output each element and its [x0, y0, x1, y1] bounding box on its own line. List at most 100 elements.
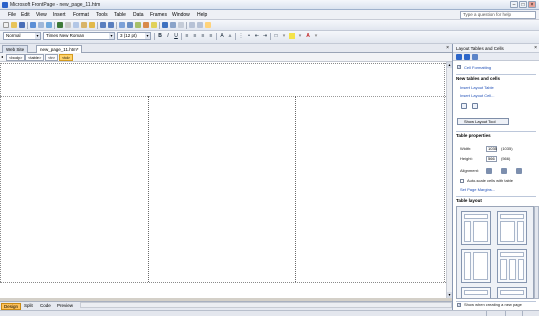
font-color-dropdown-icon[interactable]: ▾	[313, 33, 319, 39]
autoscale-checkbox[interactable]	[460, 179, 464, 183]
maximize-icon[interactable]: □	[519, 1, 527, 8]
tag-tr[interactable]: <tr>	[45, 54, 59, 61]
numbering-icon[interactable]: ⋮	[238, 33, 244, 39]
menu-frames[interactable]: Frames	[150, 12, 167, 18]
decrease-indent-icon[interactable]: ⇤	[254, 33, 260, 39]
undo-icon[interactable]	[100, 22, 106, 28]
insert-layer-icon[interactable]	[135, 22, 141, 28]
close-icon[interactable]: ×	[528, 1, 536, 8]
help-search-input[interactable]: Type a question for help	[460, 11, 536, 19]
gallery-scrollbar[interactable]	[534, 206, 539, 299]
paste-icon[interactable]	[81, 22, 87, 28]
draw-layout-table-icon[interactable]	[461, 103, 467, 109]
menu-data[interactable]: Data	[133, 12, 144, 18]
width-input[interactable]: 1035	[486, 146, 497, 152]
menu-help[interactable]: Help	[197, 12, 207, 18]
redo-icon[interactable]	[108, 22, 114, 28]
menu-view[interactable]: View	[36, 12, 47, 18]
back-icon[interactable]	[456, 54, 462, 60]
layout-thumbnail[interactable]	[497, 249, 527, 283]
tab-preview-view[interactable]: Preview	[55, 303, 75, 310]
close-icon[interactable]: ×	[534, 45, 537, 51]
close-document-icon[interactable]: ×	[446, 45, 449, 51]
layout-thumbnail[interactable]	[497, 287, 527, 298]
web-component-icon[interactable]	[119, 22, 125, 28]
align-left-icon[interactable]: ≡	[184, 33, 190, 39]
stop-icon[interactable]	[178, 22, 184, 28]
font-select[interactable]: Times New Roman ▾	[43, 32, 115, 40]
tab-split-view[interactable]: Split	[22, 303, 35, 310]
set-page-margins-link[interactable]: Set Page Margins...	[460, 187, 495, 192]
back-arrow-icon[interactable]: ◂	[1, 54, 3, 59]
publish-icon[interactable]	[30, 22, 36, 28]
print-icon[interactable]	[38, 22, 44, 28]
insert-layout-cell-link[interactable]: Insert Layout Cell...	[460, 93, 494, 98]
tab-design-view[interactable]: Design	[1, 303, 22, 310]
tab-web-site[interactable]: Web Site	[2, 45, 29, 53]
menu-tools[interactable]: Tools	[96, 12, 108, 18]
insert-table-icon[interactable]	[127, 22, 133, 28]
home-icon[interactable]	[472, 54, 478, 60]
design-view-canvas[interactable]	[0, 62, 446, 298]
layout-thumbnail[interactable]	[461, 287, 491, 298]
menu-table[interactable]: Table	[114, 12, 126, 18]
menu-format[interactable]: Format	[73, 12, 89, 18]
toggle-pane-icon[interactable]	[189, 22, 195, 28]
show-layout-tool-button[interactable]: Show Layout Tool	[457, 118, 509, 125]
layout-thumbnail[interactable]	[461, 211, 491, 245]
align-right-icon[interactable]: ≡	[200, 33, 206, 39]
horizontal-scrollbar[interactable]	[80, 302, 452, 308]
refresh-icon[interactable]	[170, 22, 176, 28]
format-painter-icon[interactable]	[89, 22, 95, 28]
draw-layout-cell-icon[interactable]	[472, 103, 478, 109]
tab-new-page[interactable]: new_page_11.htm*	[36, 45, 83, 53]
open-folder-icon[interactable]	[11, 22, 17, 28]
forward-icon[interactable]	[464, 54, 470, 60]
align-right-icon[interactable]	[516, 168, 522, 174]
new-page-icon[interactable]	[3, 22, 9, 28]
tag-table[interactable]: <table>	[25, 54, 45, 61]
tag-body[interactable]: <body>	[6, 54, 26, 61]
underline-button[interactable]: U	[173, 33, 179, 39]
cut-icon[interactable]	[65, 22, 71, 28]
hyperlink-icon[interactable]	[162, 22, 168, 28]
italic-button[interactable]: I	[165, 33, 171, 39]
spelling-icon[interactable]	[57, 22, 63, 28]
align-center-icon[interactable]	[501, 168, 507, 174]
highlight-color-icon[interactable]	[289, 33, 295, 39]
minimize-icon[interactable]: –	[510, 1, 518, 8]
font-size-select[interactable]: 3 (12 pt) ▾	[117, 32, 151, 40]
align-center-icon[interactable]: ≡	[192, 33, 198, 39]
drawing-icon[interactable]	[151, 22, 157, 28]
insert-picture-icon[interactable]	[143, 22, 149, 28]
menu-file[interactable]: File	[8, 12, 16, 18]
justify-icon[interactable]: ≡	[208, 33, 214, 39]
menu-window[interactable]: Window	[172, 12, 190, 18]
layout-thumbnail[interactable]	[461, 249, 491, 283]
decrease-font-icon[interactable]: A	[227, 33, 233, 39]
cell-formatting-link[interactable]: Cell Formatting	[464, 65, 491, 70]
increase-font-icon[interactable]: A	[219, 33, 225, 39]
tab-code-view[interactable]: Code	[38, 303, 53, 310]
bullets-icon[interactable]: •	[246, 33, 252, 39]
increase-indent-icon[interactable]: ⇥	[262, 33, 268, 39]
outside-borders-icon[interactable]: □	[273, 33, 279, 39]
insert-layout-table-link[interactable]: Insert Layout Table	[460, 85, 494, 90]
menu-insert[interactable]: Insert	[53, 12, 66, 18]
style-select[interactable]: Normal ▾	[3, 32, 41, 40]
save-icon[interactable]	[19, 22, 25, 28]
menu-edit[interactable]: Edit	[21, 12, 30, 18]
bold-button[interactable]: B	[157, 33, 163, 39]
tag-td[interactable]: <td>	[59, 54, 74, 61]
font-color-icon[interactable]: A	[305, 33, 311, 39]
show-all-icon[interactable]	[197, 22, 203, 28]
copy-icon[interactable]	[73, 22, 79, 28]
align-left-icon[interactable]	[486, 168, 492, 174]
cell-formatting-checkbox[interactable]	[457, 64, 461, 69]
show-when-creating-checkbox[interactable]	[457, 302, 461, 307]
borders-dropdown-icon[interactable]: ▾	[281, 33, 287, 39]
height-input[interactable]: 566	[486, 156, 497, 162]
layout-thumbnail[interactable]	[497, 211, 527, 245]
help-icon[interactable]	[205, 22, 211, 28]
preview-browser-icon[interactable]	[46, 22, 52, 28]
